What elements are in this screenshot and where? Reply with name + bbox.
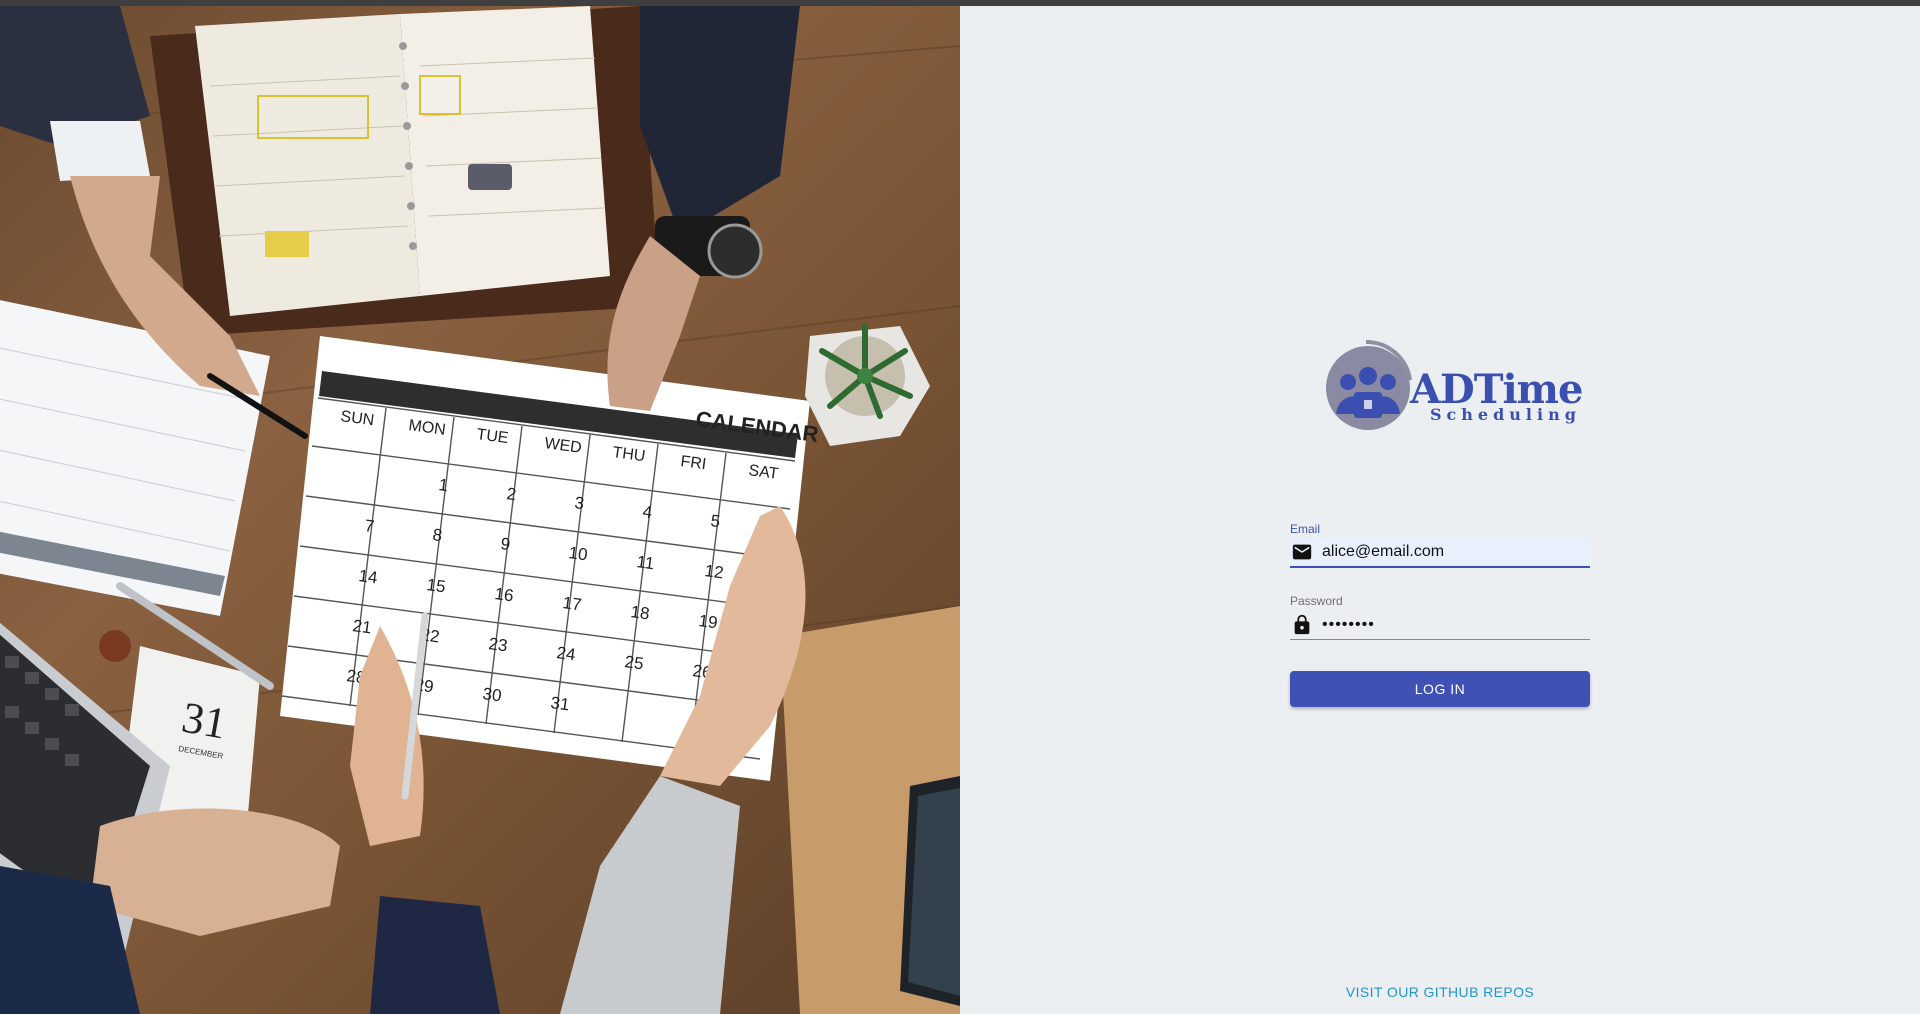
calendar-date: 25: [623, 652, 644, 673]
calendar-date: 17: [561, 593, 582, 614]
plant: [805, 323, 930, 446]
calendar-weekday: FRI: [679, 453, 707, 473]
lock-icon: [1290, 613, 1314, 637]
logo-tagline: Scheduling: [1430, 405, 1581, 424]
logo-title: ADTime: [1410, 366, 1583, 413]
email-field: Email: [1290, 522, 1590, 568]
email-input-row[interactable]: [1290, 538, 1590, 568]
email-label: Email: [1290, 522, 1321, 536]
calendar-date: 14: [357, 566, 378, 587]
calendar-date: 16: [493, 584, 514, 605]
calendar-date: 30: [481, 684, 502, 705]
calendar-date: 19: [697, 611, 718, 632]
email-icon: [1290, 540, 1314, 564]
calendar-date: 23: [487, 634, 508, 655]
calendar-date: 18: [629, 602, 650, 623]
logo-icon: [1326, 339, 1412, 430]
calendar-date: 11: [635, 552, 655, 573]
logo: ADTime Scheduling: [1326, 336, 1583, 436]
github-repos-link[interactable]: VISIT OUR GITHUB REPOS: [1290, 984, 1590, 1000]
password-label: Password: [1290, 594, 1343, 608]
calendar-date: 12: [703, 561, 724, 582]
login-button[interactable]: LOG IN: [1290, 671, 1590, 707]
password-input-row[interactable]: [1290, 610, 1590, 640]
password-field: Password: [1290, 594, 1590, 640]
login-panel: ADTime Scheduling Email Password LOG IN …: [960, 6, 1920, 1014]
desk-calendar-day: 31: [178, 693, 230, 749]
hero-photo: CALENDAR SUNMONTUEWEDTHUFRISAT 123456789…: [0, 6, 960, 1014]
calendar-date: 15: [425, 575, 446, 596]
calendar-date: 31: [549, 693, 570, 714]
password-input[interactable]: [1322, 610, 1590, 639]
calendar-date: 10: [567, 543, 588, 564]
calendar-date: 21: [351, 616, 372, 637]
calendar-date: 24: [555, 643, 576, 664]
email-input[interactable]: [1322, 538, 1590, 566]
